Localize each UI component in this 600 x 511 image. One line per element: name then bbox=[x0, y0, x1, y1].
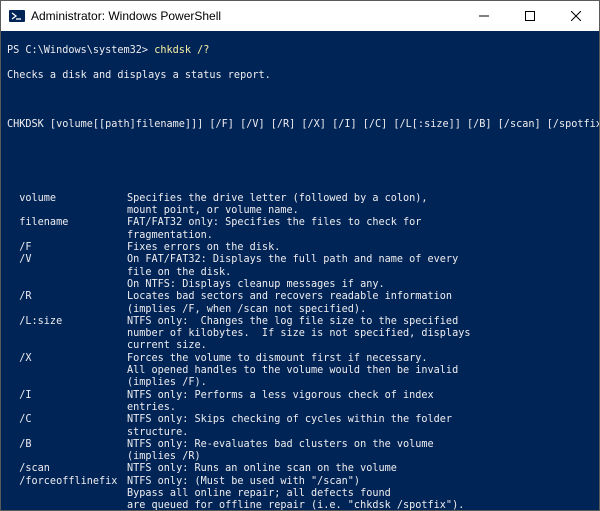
option-key bbox=[7, 402, 127, 414]
option-key bbox=[7, 377, 127, 389]
option-row: file on the disk. bbox=[7, 267, 595, 279]
option-key: /B bbox=[7, 439, 127, 451]
option-row: /INTFS only: Performs a less vigorous ch… bbox=[7, 390, 595, 402]
prompt-path: PS C:\Windows\system32> bbox=[7, 45, 154, 56]
option-row: All opened handles to the volume would t… bbox=[7, 365, 595, 377]
powershell-window: Administrator: Windows PowerShell PS C:\… bbox=[0, 0, 600, 511]
option-desc: NTFS only: Re-evaluates bad clusters on … bbox=[127, 439, 595, 451]
option-desc: file on the disk. bbox=[127, 267, 595, 279]
maximize-button[interactable] bbox=[507, 1, 553, 31]
option-key bbox=[7, 340, 127, 352]
option-key bbox=[7, 488, 127, 500]
minimize-icon bbox=[479, 11, 489, 21]
option-desc: FAT/FAT32 only: Specifies the files to c… bbox=[127, 217, 595, 229]
option-desc: (implies /F, when /scan not specified). bbox=[127, 304, 595, 316]
option-desc: structure. bbox=[127, 427, 595, 439]
option-row: fragmentation. bbox=[7, 230, 595, 242]
option-row: structure. bbox=[7, 427, 595, 439]
option-desc: NTFS only: (Must be used with "/scan") bbox=[127, 476, 595, 488]
option-key: /L:size bbox=[7, 316, 127, 328]
option-row: volumeSpecifies the drive letter (follow… bbox=[7, 193, 595, 205]
typed-command: chkdsk /? bbox=[154, 45, 209, 56]
option-key: /C bbox=[7, 414, 127, 426]
option-key bbox=[7, 267, 127, 279]
option-key bbox=[7, 205, 127, 217]
option-key bbox=[7, 304, 127, 316]
option-desc: current size. bbox=[127, 340, 595, 352]
powershell-icon bbox=[9, 8, 25, 24]
output-line: Checks a disk and displays a status repo… bbox=[7, 70, 595, 82]
option-row: number of kilobytes. If size is not spec… bbox=[7, 328, 595, 340]
option-key bbox=[7, 427, 127, 439]
option-key: /F bbox=[7, 242, 127, 254]
blank-line bbox=[7, 94, 595, 106]
option-desc: NTFS only: Runs an online scan on the vo… bbox=[127, 463, 595, 475]
option-row: filenameFAT/FAT32 only: Specifies the fi… bbox=[7, 217, 595, 229]
option-desc: entries. bbox=[127, 402, 595, 414]
option-desc: NTFS only: Skips checking of cycles with… bbox=[127, 414, 595, 426]
option-key: filename bbox=[7, 217, 127, 229]
option-key: /scan bbox=[7, 463, 127, 475]
option-row: /BNTFS only: Re-evaluates bad clusters o… bbox=[7, 439, 595, 451]
prompt-line: PS C:\Windows\system32> chkdsk /? bbox=[7, 45, 595, 57]
option-desc: (implies /R) bbox=[127, 451, 595, 463]
option-key: /V bbox=[7, 254, 127, 266]
option-row: current size. bbox=[7, 340, 595, 352]
option-row: /scanNTFS only: Runs an online scan on t… bbox=[7, 463, 595, 475]
option-key bbox=[7, 230, 127, 242]
option-key bbox=[7, 500, 127, 510]
maximize-icon bbox=[525, 11, 535, 21]
option-row: /FFixes errors on the disk. bbox=[7, 242, 595, 254]
option-row: /RLocates bad sectors and recovers reada… bbox=[7, 291, 595, 303]
option-row: Bypass all online repair; all defects fo… bbox=[7, 488, 595, 500]
option-row: On NTFS: Displays cleanup messages if an… bbox=[7, 279, 595, 291]
option-row: (implies /F). bbox=[7, 377, 595, 389]
blank-line bbox=[7, 144, 595, 156]
option-desc: (implies /F). bbox=[127, 377, 595, 389]
option-key: /forceofflinefix bbox=[7, 476, 127, 488]
option-row: /forceofflinefixNTFS only: (Must be used… bbox=[7, 476, 595, 488]
option-desc: On FAT/FAT32: Displays the full path and… bbox=[127, 254, 595, 266]
option-row: /VOn FAT/FAT32: Displays the full path a… bbox=[7, 254, 595, 266]
option-row: (implies /F, when /scan not specified). bbox=[7, 304, 595, 316]
close-button[interactable] bbox=[553, 1, 599, 31]
option-desc: Forces the volume to dismount first if n… bbox=[127, 353, 595, 365]
option-row: are queued for offline repair (i.e. "chk… bbox=[7, 500, 595, 510]
option-row: mount point, or volume name. bbox=[7, 205, 595, 217]
window-title: Administrator: Windows PowerShell bbox=[31, 9, 221, 23]
option-row: /L:sizeNTFS only: Changes the log file s… bbox=[7, 316, 595, 328]
option-key bbox=[7, 328, 127, 340]
syntax-line: CHKDSK [volume[[path]filename]]] [/F] [/… bbox=[7, 119, 595, 131]
option-desc: On NTFS: Displays cleanup messages if an… bbox=[127, 279, 595, 291]
option-row: /CNTFS only: Skips checking of cycles wi… bbox=[7, 414, 595, 426]
option-desc: NTFS only: Changes the log file size to … bbox=[127, 316, 595, 328]
option-row: (implies /R) bbox=[7, 451, 595, 463]
terminal-output[interactable]: PS C:\Windows\system32> chkdsk /? Checks… bbox=[1, 31, 599, 510]
options-block: volumeSpecifies the drive letter (follow… bbox=[7, 193, 595, 510]
blank-line bbox=[7, 168, 595, 180]
option-key bbox=[7, 365, 127, 377]
option-row: entries. bbox=[7, 402, 595, 414]
option-desc: Locates bad sectors and recovers readabl… bbox=[127, 291, 595, 303]
option-key: /I bbox=[7, 390, 127, 402]
option-row: /XForces the volume to dismount first if… bbox=[7, 353, 595, 365]
option-desc: Bypass all online repair; all defects fo… bbox=[127, 488, 595, 500]
option-desc: mount point, or volume name. bbox=[127, 205, 595, 217]
option-desc: All opened handles to the volume would t… bbox=[127, 365, 595, 377]
option-key bbox=[7, 451, 127, 463]
option-desc: NTFS only: Performs a less vigorous chec… bbox=[127, 390, 595, 402]
option-key: volume bbox=[7, 193, 127, 205]
option-desc: number of kilobytes. If size is not spec… bbox=[127, 328, 595, 340]
option-key: /R bbox=[7, 291, 127, 303]
minimize-button[interactable] bbox=[461, 1, 507, 31]
option-key: /X bbox=[7, 353, 127, 365]
option-desc: Specifies the drive letter (followed by … bbox=[127, 193, 595, 205]
option-desc: Fixes errors on the disk. bbox=[127, 242, 595, 254]
option-desc: fragmentation. bbox=[127, 230, 595, 242]
close-icon bbox=[571, 11, 581, 21]
option-desc: are queued for offline repair (i.e. "chk… bbox=[127, 500, 595, 510]
titlebar[interactable]: Administrator: Windows PowerShell bbox=[1, 1, 599, 31]
option-key bbox=[7, 279, 127, 291]
